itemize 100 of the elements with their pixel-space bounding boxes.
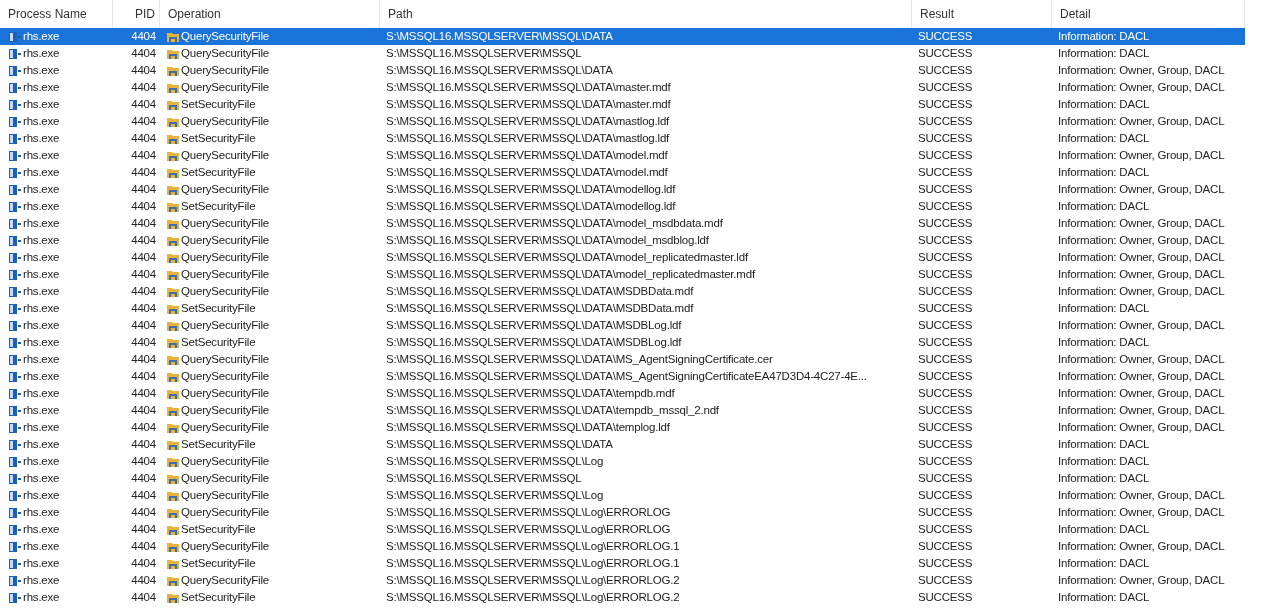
- table-row[interactable]: rhs.exe 4404 QuerySecurityFile S:\MSSQL16.MSSQLSERVER\MSSQL\DATA\model_replicatedmaster.mdf SUCCESS Information: Owner, Group, DACL: [0, 266, 1245, 283]
- table-cell-text: S:\MSSQL16.MSSQLSERVER\MSSQL\DATA\modellog.ldf: [386, 181, 676, 197]
- table-cell-text: Information: Owner, Group, DACL: [1058, 572, 1225, 588]
- table-cell-text: rhs.exe: [23, 215, 60, 231]
- table-row[interactable]: rhs.exe 4404 QuerySecurityFile S:\MSSQL16.MSSQLSERVER\MSSQL\DATA\tempdb.mdf SUCCESS Information: Owner, Group, DACL: [0, 385, 1245, 402]
- table-row[interactable]: rhs.exe 4404 QuerySecurityFile S:\MSSQL16.MSSQLSERVER\MSSQL\DATA\model.mdf SUCCESS Information: Owner, Group, DACL: [0, 147, 1245, 164]
- table-row[interactable]: rhs.exe 4404 QuerySecurityFile S:\MSSQL16.MSSQLSERVER\MSSQL\DATA\model_msdbdata.mdf SUCCESS Information: Owner, Group, DACL: [0, 215, 1245, 232]
- table-cell-text: SetSecurityFile: [181, 198, 256, 214]
- table-cell-text: rhs.exe: [23, 300, 60, 316]
- folder-icon: [166, 30, 180, 43]
- table-cell-text: 4404: [131, 79, 156, 95]
- folder-icon: [166, 489, 180, 502]
- table-cell-text: QuerySecurityFile: [181, 283, 269, 299]
- table-cell-text: Information: DACL: [1058, 130, 1150, 146]
- table-row[interactable]: rhs.exe 4404 QuerySecurityFile S:\MSSQL16.MSSQLSERVER\MSSQL\DATA\MS_AgentSigningCertificate.cer SUCCESS Information: Owner, Group, DACL: [0, 351, 1245, 368]
- table-row[interactable]: rhs.exe 4404 QuerySecurityFile S:\MSSQL16.MSSQLSERVER\MSSQL\DATA SUCCESS Information: Owner, Group, DACL: [0, 62, 1245, 79]
- process-window-icon: [8, 217, 22, 230]
- table-cell-text: 4404: [131, 62, 156, 78]
- table-cell-text: QuerySecurityFile: [181, 487, 269, 503]
- table-cell-text: S:\MSSQL16.MSSQLSERVER\MSSQL\Log\ERRORLOG: [386, 504, 671, 520]
- table-row[interactable]: rhs.exe 4404 QuerySecurityFile S:\MSSQL16.MSSQLSERVER\MSSQL\DATA\model_replicatedmaster.ldf SUCCESS Information: Owner, Group, DACL: [0, 249, 1245, 266]
- table-cell-text: SetSecurityFile: [181, 521, 256, 537]
- table-row[interactable]: rhs.exe 4404 QuerySecurityFile S:\MSSQL16.MSSQLSERVER\MSSQL\DATA\tempdb_mssql_2.ndf SUCCESS Information: Owner, Group, DACL: [0, 402, 1245, 419]
- table-row[interactable]: rhs.exe 4404 QuerySecurityFile S:\MSSQL16.MSSQLSERVER\MSSQL\Log\ERRORLOG SUCCESS Information: Owner, Group, DACL: [0, 504, 1245, 521]
- table-row[interactable]: rhs.exe 4404 QuerySecurityFile S:\MSSQL16.MSSQLSERVER\MSSQL\Log SUCCESS Information: DACL: [0, 453, 1245, 470]
- folder-icon: [166, 132, 180, 145]
- table-row[interactable]: rhs.exe 4404 QuerySecurityFile S:\MSSQL16.MSSQLSERVER\MSSQL\DATA\mastlog.ldf SUCCESS Information: Owner, Group, DACL: [0, 113, 1245, 130]
- table-cell-text: 4404: [131, 28, 156, 44]
- table-cell-text: rhs.exe: [23, 283, 60, 299]
- table-row[interactable]: rhs.exe 4404 QuerySecurityFile S:\MSSQL16.MSSQLSERVER\MSSQL\DATA\MSDBData.mdf SUCCESS Information: Owner, Group, DACL: [0, 283, 1245, 300]
- table-cell-text: SUCCESS: [918, 538, 973, 554]
- table-cell-text: QuerySecurityFile: [181, 232, 269, 248]
- table-row[interactable]: rhs.exe 4404 QuerySecurityFile S:\MSSQL16.MSSQLSERVER\MSSQL\DATA\templog.ldf SUCCESS Information: Owner, Group, DACL: [0, 419, 1245, 436]
- table-cell-text: SUCCESS: [918, 164, 973, 180]
- table-cell-text: QuerySecurityFile: [181, 538, 269, 554]
- table-cell-text: SUCCESS: [918, 351, 973, 367]
- table-cell-text: rhs.exe: [23, 521, 60, 537]
- process-window-icon: [8, 64, 22, 77]
- table-cell-text: SetSecurityFile: [181, 589, 256, 605]
- table-cell-text: 4404: [131, 538, 156, 554]
- table-cell-text: QuerySecurityFile: [181, 113, 269, 129]
- table-cell-text: QuerySecurityFile: [181, 419, 269, 435]
- table-row[interactable]: rhs.exe 4404 QuerySecurityFile S:\MSSQL16.MSSQLSERVER\MSSQL\DATA\model_msdblog.ldf SUCCESS Information: Owner, Group, DACL: [0, 232, 1245, 249]
- table-cell-text: 4404: [131, 453, 156, 469]
- table-row[interactable]: rhs.exe 4404 SetSecurityFile S:\MSSQL16.MSSQLSERVER\MSSQL\DATA\modellog.ldf SUCCESS Information: DACL: [0, 198, 1245, 215]
- table-cell-text: QuerySecurityFile: [181, 147, 269, 163]
- table-row[interactable]: rhs.exe 4404 SetSecurityFile S:\MSSQL16.MSSQLSERVER\MSSQL\DATA SUCCESS Information: DACL: [0, 436, 1245, 453]
- folder-icon: [166, 234, 180, 247]
- table-cell-text: Information: DACL: [1058, 198, 1150, 214]
- table-cell-text: S:\MSSQL16.MSSQLSERVER\MSSQL\DATA\master.mdf: [386, 96, 671, 112]
- process-window-icon: [8, 438, 22, 451]
- table-cell-text: 4404: [131, 215, 156, 231]
- table-row[interactable]: rhs.exe 4404 SetSecurityFile S:\MSSQL16.MSSQLSERVER\MSSQL\DATA\master.mdf SUCCESS Information: DACL: [0, 96, 1245, 113]
- table-cell-text: 4404: [131, 96, 156, 112]
- table-cell-text: SUCCESS: [918, 283, 973, 299]
- table-row[interactable]: rhs.exe 4404 QuerySecurityFile S:\MSSQL16.MSSQLSERVER\MSSQL\DATA\modellog.ldf SUCCESS Information: Owner, Group, DACL: [0, 181, 1245, 198]
- table-cell-text: S:\MSSQL16.MSSQLSERVER\MSSQL\Log\ERRORLOG.1: [386, 555, 680, 571]
- process-window-icon: [8, 183, 22, 196]
- process-window-icon: [8, 319, 22, 332]
- table-row[interactable]: rhs.exe 4404 SetSecurityFile S:\MSSQL16.MSSQLSERVER\MSSQL\DATA\MSDBData.mdf SUCCESS Information: DACL: [0, 300, 1245, 317]
- folder-icon: [166, 268, 180, 281]
- folder-icon: [166, 523, 180, 536]
- table-row[interactable]: rhs.exe 4404 SetSecurityFile S:\MSSQL16.MSSQLSERVER\MSSQL\Log\ERRORLOG.2 SUCCESS Information: DACL: [0, 589, 1245, 606]
- table-cell-text: 4404: [131, 368, 156, 384]
- folder-icon: [166, 217, 180, 230]
- table-cell-text: rhs.exe: [23, 45, 60, 61]
- table-cell-text: 4404: [131, 334, 156, 350]
- process-window-icon: [8, 81, 22, 94]
- folder-icon: [166, 81, 180, 94]
- table-cell-text: S:\MSSQL16.MSSQLSERVER\MSSQL\DATA\tempdb.mdf: [386, 385, 675, 401]
- table-cell-text: rhs.exe: [23, 181, 60, 197]
- table-cell-text: S:\MSSQL16.MSSQLSERVER\MSSQL\DATA\MSDBData.mdf: [386, 283, 694, 299]
- table-cell-text: Information: DACL: [1058, 470, 1150, 486]
- table-row[interactable]: rhs.exe 4404 QuerySecurityFile S:\MSSQL16.MSSQLSERVER\MSSQL SUCCESS Information: DACL: [0, 470, 1245, 487]
- table-row[interactable]: rhs.exe 4404 SetSecurityFile S:\MSSQL16.MSSQLSERVER\MSSQL\DATA\model.mdf SUCCESS Information: DACL: [0, 164, 1245, 181]
- table-cell-text: SUCCESS: [918, 198, 973, 214]
- process-window-icon: [8, 200, 22, 213]
- table-row[interactable]: rhs.exe 4404 QuerySecurityFile S:\MSSQL16.MSSQLSERVER\MSSQL\DATA SUCCESS Information: DACL: [0, 28, 1245, 45]
- table-row[interactable]: rhs.exe 4404 QuerySecurityFile S:\MSSQL16.MSSQLSERVER\MSSQL\DATA\MSDBLog.ldf SUCCESS Information: Owner, Group, DACL: [0, 317, 1245, 334]
- table-cell-text: rhs.exe: [23, 266, 60, 282]
- table-cell-text: SUCCESS: [918, 79, 973, 95]
- table-row[interactable]: rhs.exe 4404 SetSecurityFile S:\MSSQL16.MSSQLSERVER\MSSQL\DATA\MSDBLog.ldf SUCCESS Information: DACL: [0, 334, 1245, 351]
- table-cell-text: SUCCESS: [918, 470, 973, 486]
- table-row[interactable]: rhs.exe 4404 QuerySecurityFile S:\MSSQL16.MSSQLSERVER\MSSQL\Log\ERRORLOG.1 SUCCESS Information: Owner, Group, DACL: [0, 538, 1245, 555]
- table-row[interactable]: rhs.exe 4404 SetSecurityFile S:\MSSQL16.MSSQLSERVER\MSSQL\DATA\mastlog.ldf SUCCESS Information: DACL: [0, 130, 1245, 147]
- table-cell-text: SUCCESS: [918, 62, 973, 78]
- table-cell-text: 4404: [131, 147, 156, 163]
- table-cell-text: 4404: [131, 130, 156, 146]
- table-row[interactable]: rhs.exe 4404 QuerySecurityFile S:\MSSQL16.MSSQLSERVER\MSSQL\DATA\MS_AgentSigningCertificateEA47D3D4-4C27-4E... SUCCESS Information: Owner, Group, DACL: [0, 368, 1245, 385]
- table-cell-text: rhs.exe: [23, 538, 60, 554]
- table-row[interactable]: rhs.exe 4404 SetSecurityFile S:\MSSQL16.MSSQLSERVER\MSSQL\Log\ERRORLOG SUCCESS Information: DACL: [0, 521, 1245, 538]
- table-row[interactable]: rhs.exe 4404 QuerySecurityFile S:\MSSQL16.MSSQLSERVER\MSSQL\Log\ERRORLOG.2 SUCCESS Information: Owner, Group, DACL: [0, 572, 1245, 589]
- table-row[interactable]: rhs.exe 4404 QuerySecurityFile S:\MSSQL16.MSSQLSERVER\MSSQL SUCCESS Information: DACL: [0, 45, 1245, 62]
- table-row[interactable]: rhs.exe 4404 QuerySecurityFile S:\MSSQL16.MSSQLSERVER\MSSQL\DATA\master.mdf SUCCESS Information: Owner, Group, DACL: [0, 79, 1245, 96]
- folder-icon: [166, 591, 180, 604]
- folder-icon: [166, 472, 180, 485]
- process-window-icon: [8, 387, 22, 400]
- table-cell-text: Information: DACL: [1058, 96, 1150, 112]
- table-row[interactable]: rhs.exe 4404 SetSecurityFile S:\MSSQL16.MSSQLSERVER\MSSQL\Log\ERRORLOG.1 SUCCESS Information: DACL: [0, 555, 1245, 572]
- table-row[interactable]: rhs.exe 4404 QuerySecurityFile S:\MSSQL16.MSSQLSERVER\MSSQL\Log SUCCESS Information: Owner, Group, DACL: [0, 487, 1245, 504]
